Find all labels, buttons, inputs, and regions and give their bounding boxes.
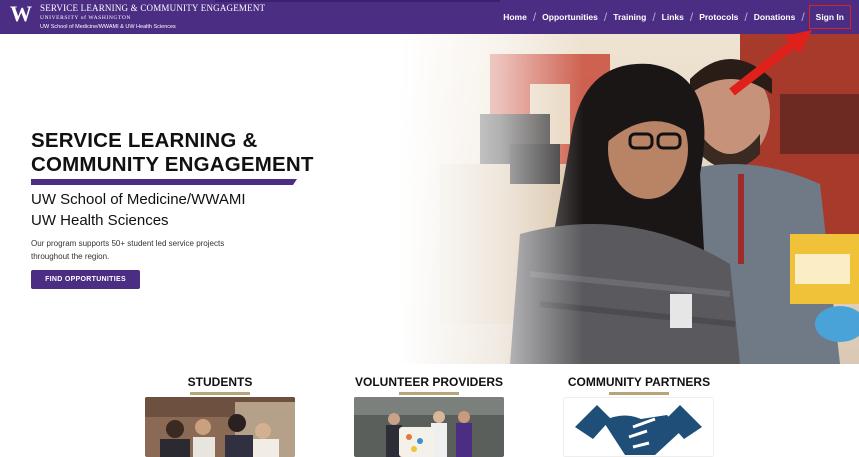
volunteer-providers-card-image[interactable] — [354, 397, 504, 457]
section-underline — [399, 392, 459, 395]
hero-subtitle-line-1: UW School of Medicine/WWAMI — [31, 191, 246, 208]
nav-training[interactable]: Training — [613, 12, 646, 22]
find-opportunities-button[interactable]: FIND OPPORTUNITIES — [31, 270, 140, 289]
community-partners-card-image[interactable] — [563, 397, 714, 457]
nav-donations[interactable]: Donations — [754, 12, 796, 22]
title-underline-bar — [31, 179, 297, 185]
section-underline — [190, 392, 250, 395]
nav-links[interactable]: Links — [662, 12, 684, 22]
nav-separator: / — [744, 10, 748, 24]
section-title-community-partners[interactable]: COMMUNITY PARTNERS — [568, 375, 710, 389]
section-students: STUDENTS — [150, 373, 290, 395]
annotation-arrow — [729, 30, 812, 96]
hero-description: Our program supports 50+ student led ser… — [31, 239, 225, 261]
nav-separator: / — [603, 10, 608, 24]
nav-separator: / — [532, 10, 537, 24]
section-community-partners: COMMUNITY PARTNERS — [560, 373, 718, 395]
nav-separator: / — [652, 10, 656, 24]
uw-logo[interactable]: W — [10, 3, 32, 25]
nav-opportunities[interactable]: Opportunities — [542, 12, 598, 22]
brand-block[interactable]: SERVICE LEARNING & COMMUNITY ENGAGEMENT … — [40, 3, 265, 31]
brand-university: UNIVERSITY of WASHINGTON — [40, 15, 131, 21]
students-card-image[interactable] — [145, 397, 295, 457]
hero-subtitle-line-2: UW Health Sciences — [31, 212, 169, 229]
hero-title-line-1: SERVICE LEARNING & — [31, 129, 258, 152]
section-underline — [609, 392, 669, 395]
nav-home[interactable]: Home — [503, 12, 527, 22]
section-title-volunteer-providers[interactable]: VOLUNTEER PROVIDERS — [355, 375, 503, 389]
hero-subtitle: UW School of Medicine/WWAMI UW Health Sc… — [31, 189, 246, 231]
section-volunteer-providers: VOLUNTEER PROVIDERS — [344, 373, 514, 395]
hero-title: SERVICE LEARNING & COMMUNITY ENGAGEMENT — [31, 129, 314, 177]
nav-separator: / — [801, 10, 805, 24]
section-title-students[interactable]: STUDENTS — [188, 375, 253, 389]
header-accent-line — [215, 0, 500, 2]
brand-subtitle: UW School of Medicine/WWAMI & UW Health … — [40, 24, 176, 30]
hero-title-line-2: COMMUNITY ENGAGEMENT — [31, 153, 314, 176]
sign-in-label: Sign In — [815, 12, 844, 22]
brand-title: SERVICE LEARNING & COMMUNITY ENGAGEMENT — [40, 3, 266, 13]
nav-separator: / — [689, 10, 694, 24]
nav-protocols[interactable]: Protocols — [699, 12, 738, 22]
